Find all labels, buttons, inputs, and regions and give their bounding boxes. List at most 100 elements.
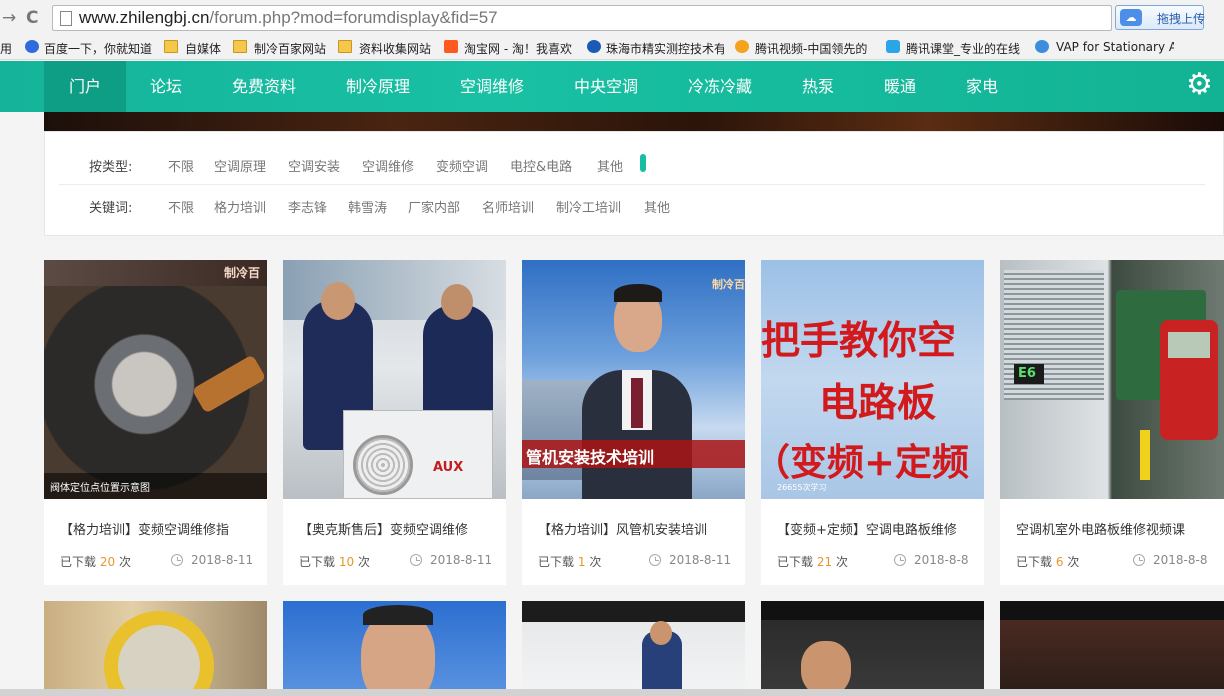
clock-icon [1133,554,1145,566]
video-thumbnail[interactable]: AUX [283,260,506,499]
nav-central-ac[interactable]: 中央空调 [574,61,638,112]
video-thumbnail[interactable]: 把手教你空 电路板 （变频+定频 26655次学习 [761,260,984,499]
type-option-all[interactable]: 不限 [168,156,194,175]
keyword-option-factory[interactable]: 厂家内部 [408,197,460,216]
downloaded-label: 已下载 [1016,555,1053,569]
bookmark-zhileng[interactable]: 制冷百家网站 [254,40,326,57]
download-number: 20 [99,555,116,569]
thumb-line-3: （变频+定频 [761,440,970,484]
video-thumbnail[interactable] [761,601,984,696]
bookmark-zimeiti[interactable]: 自媒体 [185,40,221,57]
nav-refrigeration-principle[interactable]: 制冷原理 [346,61,410,112]
times-unit: 次 [835,555,848,569]
thumb-line-1: 把手教你空 [761,318,957,364]
type-option-ac-repair[interactable]: 空调维修 [362,156,414,175]
download-number: 6 [1055,555,1064,569]
card-title[interactable]: 【格力培训】风管机安装培训 [538,519,738,538]
keyword-option-hanxuetao[interactable]: 韩雪涛 [348,197,387,216]
bookmark-vap[interactable]: VAP for Stationary A [1056,40,1174,54]
baidu-paw-icon [25,40,39,53]
thumb-caption: 管机安装技术培训 [526,448,655,467]
card-date: 2018-8-8 [894,553,968,567]
download-number: 10 [338,555,355,569]
bookmark-ziliao[interactable]: 资料收集网站 [359,40,431,57]
video-card[interactable]: AUX 【奥克斯售后】变频空调维修 已下载 10 次 2018-8-11 [283,260,506,585]
date-text: 2018-8-11 [669,553,732,567]
nav-hvac[interactable]: 暖通 [884,61,916,112]
nav-cold-storage[interactable]: 冷冻冷藏 [688,61,752,112]
keyword-option-gree[interactable]: 格力培训 [214,197,266,216]
address-bar[interactable]: www.zhilengbj.cn/forum.php?mod=forumdisp… [52,5,1112,31]
downloaded-label: 已下载 [299,555,336,569]
times-unit: 次 [357,555,370,569]
video-card[interactable]: 制冷百 管机安装技术培训 【格力培训】风管机安装培训 已下载 1 次 2018-… [522,260,745,585]
thumb-display: E6 [1018,366,1036,381]
keyword-option-refrigeration-training[interactable]: 制冷工培训 [556,197,621,216]
keyword-filter-label: 关键词: [89,201,133,216]
times-unit: 次 [118,555,131,569]
folder-icon [164,40,178,53]
banner-image [44,112,1224,131]
video-card[interactable]: 把手教你空 电路板 （变频+定频 26655次学习 【变频+定频】空调电路板维修… [761,260,984,585]
thumb-brand: AUX [433,460,464,475]
card-title[interactable]: 【奥克斯售后】变频空调维修 [299,519,499,538]
type-option-other[interactable]: 其他 [597,156,623,175]
upload-button[interactable]: ☁ 拖拽上传 [1115,5,1205,30]
reload-icon[interactable]: C [26,8,38,28]
bookmark-tencent-video[interactable]: 腾讯视频-中国领先的 [755,40,873,57]
download-count: 已下载 1 次 [538,553,601,570]
downloaded-label: 已下载 [60,555,97,569]
url-text[interactable]: www.zhilengbj.cn/forum.php?mod=forumdisp… [79,8,498,28]
video-thumbnail[interactable]: 制冷百 阀体定位点位置示意图 [44,260,267,499]
type-option-electric-control[interactable]: 电控&电路 [510,156,572,175]
date-text: 2018-8-8 [1153,553,1208,567]
card-title[interactable]: 【变频+定频】空调电路板维修 [777,519,977,538]
card-title[interactable]: 【格力培训】变频空调维修指 [60,519,260,538]
keyword-option-famous-teacher[interactable]: 名师培训 [482,197,534,216]
type-option-inverter-ac[interactable]: 变频空调 [436,156,488,175]
bookmark-tencent-class[interactable]: 腾讯课堂_专业的在线 [906,40,1024,57]
nav-free-materials[interactable]: 免费资料 [232,61,296,112]
video-thumbnail[interactable] [522,601,745,696]
card-title[interactable]: 空调机室外电路板维修视频课 [1016,519,1216,538]
date-text: 2018-8-8 [914,553,969,567]
snowflake-icon [1035,40,1049,53]
card-date: 2018-8-11 [649,553,731,567]
video-card[interactable]: 制冷百 阀体定位点位置示意图 【格力培训】变频空调维修指 已下载 20 次 20… [44,260,267,585]
video-card[interactable]: E6 空调机室外电路板维修视频课 已下载 6 次 2018-8-8 [1000,260,1224,585]
bookmark-zhuhai[interactable]: 珠海市精实测控技术有 [606,40,724,57]
clock-icon [410,554,422,566]
folder-icon [338,40,352,53]
downloaded-label: 已下载 [777,555,814,569]
site-nav-bar: 门户 论坛 免费资料 制冷原理 空调维修 中央空调 冷冻冷藏 热泵 暖通 家电 [0,61,1224,112]
card-date: 2018-8-11 [171,553,253,567]
clock-icon [649,554,661,566]
nav-forum[interactable]: 论坛 [150,61,182,112]
nav-heat-pump[interactable]: 热泵 [802,61,834,112]
url-path: /forum.php?mod=forumdisplay&fid=57 [209,8,498,27]
type-option-ac-principle[interactable]: 空调原理 [214,156,266,175]
thumb-watermark: 制冷百 [712,278,745,291]
keyword-option-all[interactable]: 不限 [168,197,194,216]
filter-divider [59,184,1205,185]
bookmark-baidu[interactable]: 百度一下，你就知道 [44,40,152,57]
video-thumbnail[interactable] [44,601,267,696]
video-thumbnail[interactable]: E6 [1000,260,1224,499]
thumb-line-2: 电路板 [819,380,937,426]
cloud-icon: ☁ [1120,9,1142,26]
type-option-ac-install[interactable]: 空调安装 [288,156,340,175]
horizontal-scrollbar[interactable] [0,689,1224,696]
nav-ac-repair[interactable]: 空调维修 [460,61,524,112]
date-text: 2018-8-11 [191,553,254,567]
video-thumbnail[interactable] [1000,601,1224,696]
video-thumbnail[interactable]: 制冷百 管机安装技术培训 [522,260,745,499]
nav-portal[interactable]: 门户 [44,61,126,112]
keyword-option-lizhifeng[interactable]: 李志锋 [288,197,327,216]
nav-appliances[interactable]: 家电 [966,61,998,112]
forward-arrow-icon[interactable]: → [2,8,16,28]
video-thumbnail[interactable] [283,601,506,696]
gear-icon[interactable]: ⚙ [1186,70,1213,100]
bookmark-taobao[interactable]: 淘宝网 - 淘！我喜欢 [464,40,572,57]
keyword-option-other[interactable]: 其他 [644,197,670,216]
bookmark-apps[interactable]: 用 [0,40,12,57]
